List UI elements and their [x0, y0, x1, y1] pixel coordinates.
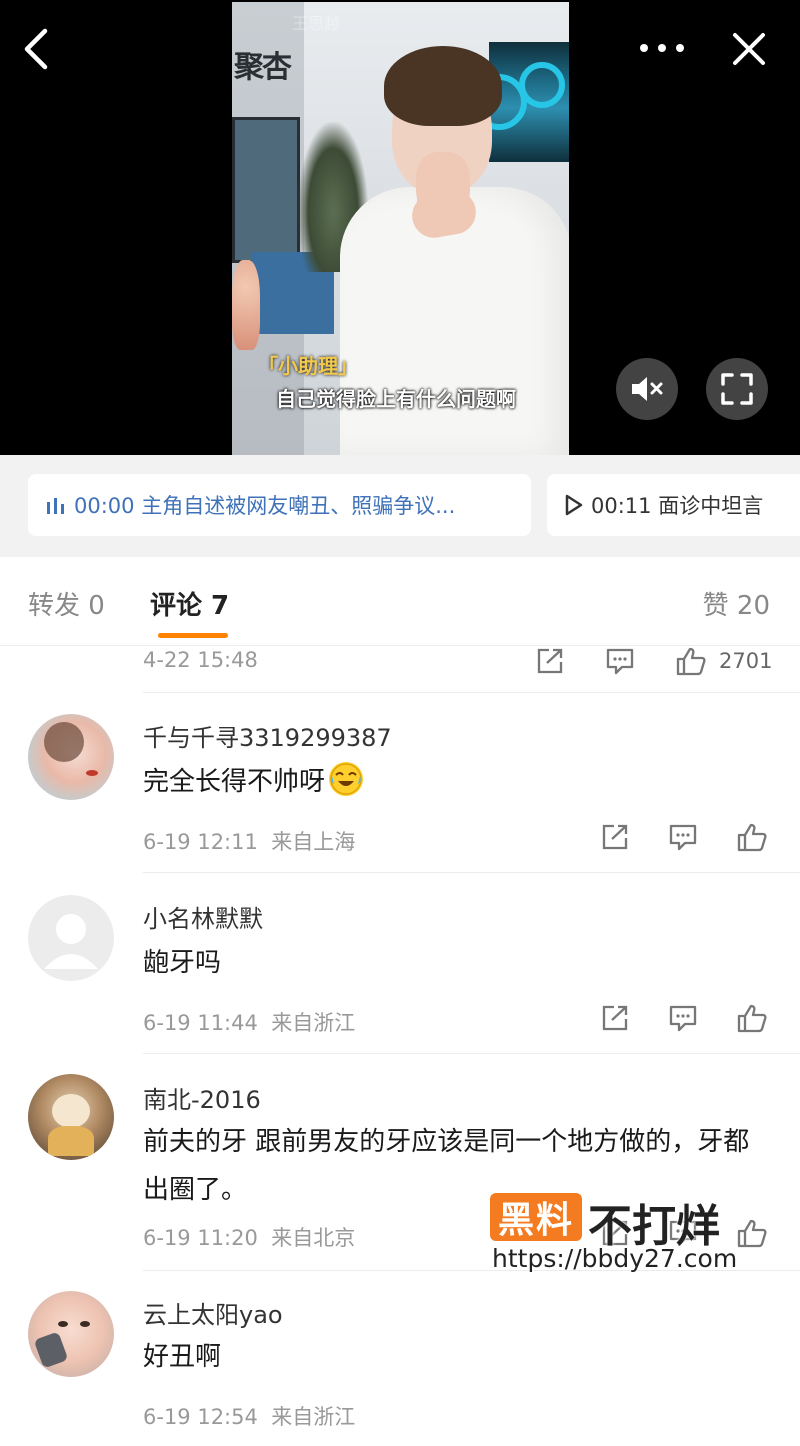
fullscreen-icon [721, 373, 753, 405]
tab-likes[interactable]: 赞 20 [703, 585, 770, 622]
comment-author[interactable]: 南北-2016 [143, 1080, 261, 1115]
comment-tabs: 转发 0 评论 7 赞 20 [0, 557, 800, 646]
wall-sign: 聚杏 [234, 50, 292, 85]
comment-icon [669, 824, 697, 851]
thumbs-up-icon [737, 823, 767, 852]
share-icon [537, 648, 563, 674]
comment-item: 云上太阳yao 好丑啊 6-19 12:54 来自浙江 [0, 1271, 800, 1446]
thumbs-up-icon [676, 647, 706, 676]
comment-meta: 6-19 12:54 来自浙江 [143, 1405, 356, 1429]
reply-button[interactable] [668, 823, 698, 851]
comment-text: 完全长得不帅呀 [143, 758, 753, 806]
comment-time: 4-22 15:48 [143, 648, 258, 672]
background-screen [232, 117, 300, 263]
active-tab-indicator [158, 633, 228, 638]
background-toy [232, 260, 260, 350]
comment-text: 龅牙吗 [143, 948, 222, 978]
comment-meta: 6-19 12:11 来自上海 [143, 830, 356, 854]
comment-actions [600, 1003, 768, 1033]
audio-bars-icon [46, 496, 66, 514]
chapter-chip[interactable]: 00:11 面诊中坦言 [547, 474, 800, 536]
chapter-chip[interactable]: 00:00 主角自述被网友嘲丑、照骗争议... [28, 474, 531, 536]
avatar[interactable] [28, 714, 114, 800]
person-hair [384, 46, 502, 126]
comment-author[interactable]: 小名林默默 [143, 899, 263, 934]
avatar[interactable] [28, 895, 114, 981]
more-button[interactable] [636, 30, 688, 66]
tab-comments[interactable]: 评论 7 [150, 585, 229, 622]
subtitle-speaker: 「小助理」 [258, 354, 358, 378]
share-button[interactable] [535, 647, 565, 675]
avatar[interactable] [28, 1291, 114, 1377]
comment-item: 小名林默默 龅牙吗 6-19 11:44 来自浙江 [0, 873, 800, 1054]
default-avatar-icon [44, 914, 98, 969]
chapter-label: 00:11 面诊中坦言 [591, 494, 764, 518]
reply-button[interactable] [605, 647, 635, 675]
like-count: 2701 [719, 649, 773, 673]
person-hand [416, 152, 470, 216]
video-player[interactable]: 聚杏 王思越 「小助理」 自己觉得脸上有什么问题啊 [0, 0, 800, 455]
like-button[interactable] [736, 1218, 768, 1248]
laughing-crying-emoji [329, 762, 364, 796]
comment-item: 千与千寻3319299387 完全长得不帅呀 6-19 12:11 来自上海 [0, 692, 800, 873]
comment-actions [600, 822, 768, 852]
comment-meta: 6-19 11:20 来自北京 [143, 1226, 356, 1250]
thumbs-up-icon [737, 1219, 767, 1248]
share-icon [602, 1005, 628, 1031]
video-watermark: 王思越 [292, 14, 341, 33]
close-icon [733, 33, 765, 65]
thumbs-up-icon [737, 1004, 767, 1033]
back-button[interactable] [14, 24, 58, 74]
chapter-label: 00:00 主角自述被网友嘲丑、照骗争议... [74, 494, 456, 518]
speaker-muted-icon [632, 377, 663, 401]
watermark-url: https://bbdy27.com [492, 1244, 738, 1273]
share-button[interactable] [600, 823, 630, 851]
fullscreen-button[interactable] [706, 358, 768, 420]
comment-meta: 6-19 11:44 来自浙江 [143, 1011, 356, 1035]
comment-author[interactable]: 千与千寻3319299387 [143, 718, 392, 753]
comment-icon [606, 648, 634, 675]
play-icon [565, 494, 583, 516]
share-icon [602, 824, 628, 850]
like-button[interactable]: 2701 [675, 646, 772, 676]
chapter-strip: 00:00 主角自述被网友嘲丑、照骗争议... 00:11 面诊中坦言 [0, 455, 800, 557]
avatar[interactable] [28, 1074, 114, 1160]
comment-author[interactable]: 云上太阳yao [143, 1295, 283, 1330]
tab-repost[interactable]: 转发 0 [28, 585, 105, 622]
comment-text: 好丑啊 [143, 1342, 222, 1372]
comment-footer: 4-22 15:48 2701 [143, 646, 800, 693]
share-button[interactable] [600, 1004, 630, 1032]
mute-button[interactable] [616, 358, 678, 420]
back-arrow-icon [24, 28, 48, 70]
comment-actions: 2701 [535, 646, 772, 676]
like-button[interactable] [736, 1003, 768, 1033]
reply-button[interactable] [668, 1004, 698, 1032]
watermark-logo: 黑料 [490, 1193, 582, 1241]
like-button[interactable] [736, 822, 768, 852]
more-dots-icon [640, 44, 684, 52]
background-decor [519, 62, 565, 108]
close-button[interactable] [724, 24, 774, 74]
comment-icon [669, 1005, 697, 1032]
subtitle-text: 自己觉得脸上有什么问题啊 [276, 387, 516, 411]
